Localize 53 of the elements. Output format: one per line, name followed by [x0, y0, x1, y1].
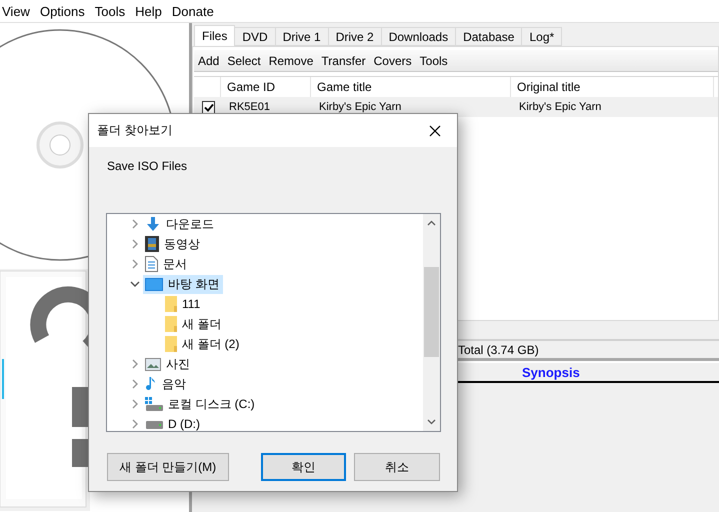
dialog-title: 폴더 찾아보기	[97, 122, 172, 139]
menu-item[interactable]: View	[0, 4, 36, 18]
tab[interactable]: Drive 2	[328, 27, 382, 46]
tree-item[interactable]: 바탕 화면	[143, 274, 224, 294]
scrollbar[interactable]	[423, 214, 440, 431]
total-size-text: Total (3.74 GB)	[458, 342, 539, 356]
tree-item[interactable]: D (D:)	[143, 414, 204, 431]
tree-item[interactable]: 음악	[143, 374, 190, 394]
down-arrow-icon	[145, 216, 161, 232]
chevron-down-icon[interactable]	[130, 281, 140, 287]
dialog-button[interactable]: 새 폴더 만들기(M)	[107, 453, 229, 481]
landscape-photo-icon	[145, 358, 161, 370]
dialog-button[interactable]: 확인	[260, 453, 346, 481]
tree-item[interactable]: 문서	[143, 254, 191, 274]
synopsis-heading: Synopsis	[522, 364, 580, 380]
menu-item[interactable]: Tools	[90, 4, 132, 18]
tree-item[interactable]: 111	[163, 294, 204, 314]
menu-item[interactable]: Options	[36, 4, 91, 18]
folder-icon	[165, 316, 177, 332]
menu-item[interactable]: Donate	[168, 4, 220, 18]
folder-icon	[165, 336, 177, 352]
tree-item[interactable]: 새 폴더 (2)	[163, 334, 244, 354]
table-cell-text: RK5E01	[228, 100, 271, 115]
tab[interactable]: Downloads	[380, 27, 456, 46]
tab[interactable]: DVD	[234, 27, 276, 46]
tab[interactable]: Log*	[521, 27, 562, 46]
document-icon	[145, 256, 158, 272]
toolbar-button[interactable]: Remove	[264, 50, 318, 70]
tab[interactable]: Drive 1	[274, 27, 329, 46]
music-note-icon	[145, 376, 157, 392]
tree-item[interactable]: 다운로드	[143, 214, 218, 234]
tab[interactable]: Files	[194, 25, 236, 46]
monitor-icon	[145, 276, 163, 292]
tree-item[interactable]: 로컬 디스크 (C:)	[143, 394, 259, 414]
tree-item[interactable]: 동영상	[143, 234, 204, 254]
toolbar-button[interactable]: Add	[194, 50, 224, 70]
folder-icon	[165, 296, 177, 312]
table-cell-text: Kirby's Epic Yarn	[318, 100, 402, 115]
dialog-button[interactable]: 취소	[354, 453, 440, 481]
drive-icon	[145, 397, 163, 411]
tree-item[interactable]: 새 폴더	[163, 314, 226, 334]
tree-item[interactable]: 사진	[143, 354, 194, 374]
dialog-description: Save ISO Files	[107, 159, 188, 173]
table-cell-text: Kirby's Epic Yarn	[518, 100, 602, 115]
film-icon	[145, 236, 159, 252]
toolbar-button[interactable]: Transfer	[317, 50, 370, 70]
checkbox[interactable]	[202, 100, 215, 114]
close-icon	[429, 124, 441, 136]
toolbar-button[interactable]: Tools	[416, 50, 452, 70]
menu-item[interactable]: Help	[131, 4, 168, 18]
toolbar-button[interactable]: Select	[223, 50, 265, 70]
tab[interactable]: Database	[455, 27, 522, 46]
toolbar-button[interactable]: Covers	[370, 50, 416, 70]
